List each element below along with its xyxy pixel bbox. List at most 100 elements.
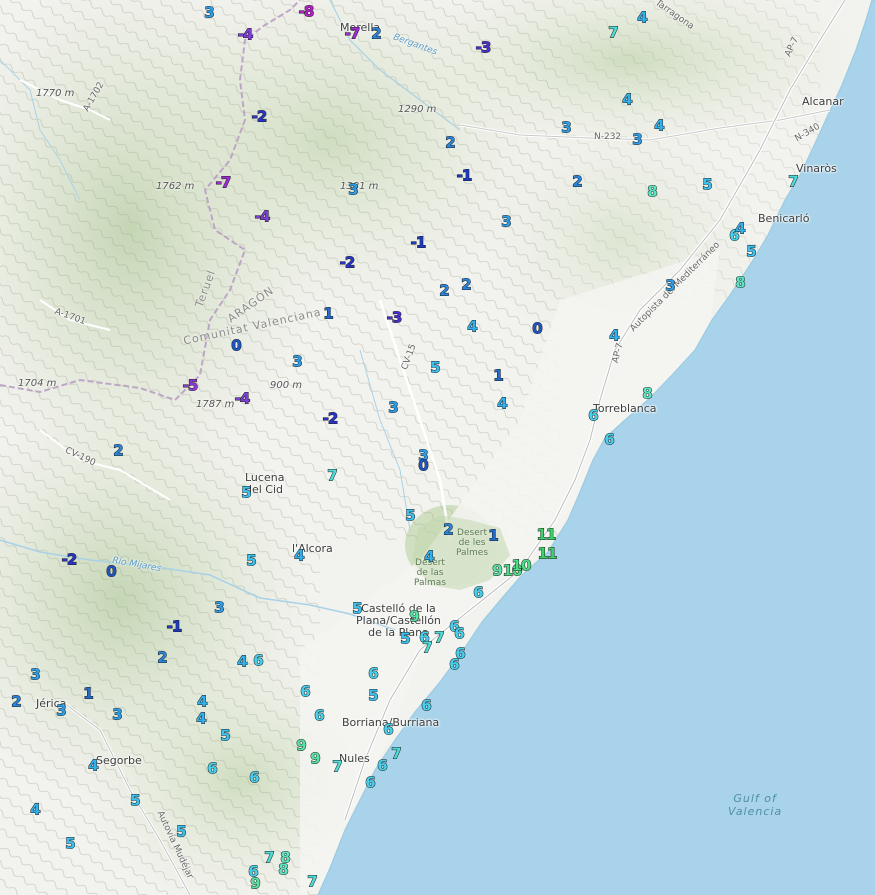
temperature-marker[interactable]: 2 [443, 522, 455, 538]
temperature-marker[interactable]: 7 [788, 174, 800, 190]
temperature-marker[interactable]: 3 [561, 120, 573, 136]
temperature-marker[interactable]: 6 [588, 408, 600, 424]
temperature-marker[interactable]: -1 [456, 168, 473, 184]
temperature-marker[interactable]: 9 [310, 751, 322, 767]
temperature-marker[interactable]: 5 [746, 244, 758, 260]
temperature-marker[interactable]: 6 [421, 698, 433, 714]
temperature-marker[interactable]: 7 [434, 630, 446, 646]
temperature-marker[interactable]: 3 [112, 707, 124, 723]
place-lucena-del-cid[interactable]: Lucena del Cid [245, 472, 284, 496]
temperature-marker[interactable]: 6 [207, 761, 219, 777]
temperature-marker[interactable]: 2 [157, 650, 169, 666]
temperature-marker[interactable]: -2 [322, 411, 339, 427]
temperature-marker[interactable]: 4 [637, 10, 649, 26]
temperature-marker[interactable]: 9 [250, 876, 262, 892]
temperature-marker[interactable]: -4 [234, 391, 251, 407]
temperature-marker[interactable]: 6 [454, 626, 466, 642]
temperature-marker[interactable]: 2 [445, 135, 457, 151]
temperature-marker[interactable]: 11 [537, 546, 558, 562]
temperature-marker[interactable]: -2 [339, 255, 356, 271]
temperature-marker[interactable]: 6 [249, 770, 261, 786]
temperature-marker[interactable]: 9 [409, 609, 421, 625]
temperature-marker[interactable]: 4 [424, 549, 436, 565]
place-torreblanca[interactable]: Torreblanca [593, 403, 657, 415]
temperature-marker[interactable]: 4 [237, 654, 249, 670]
temperature-marker[interactable]: 3 [204, 5, 216, 21]
place-vinaros[interactable]: Vinaròs [796, 163, 837, 175]
temperature-marker[interactable]: 11 [536, 527, 557, 543]
temperature-marker[interactable]: 5 [65, 836, 77, 852]
temperature-marker[interactable]: 4 [497, 396, 509, 412]
temperature-marker[interactable]: 1 [83, 686, 95, 702]
temperature-marker[interactable]: 6 [368, 666, 380, 682]
temperature-marker[interactable]: 2 [11, 694, 23, 710]
temperature-marker[interactable]: 5 [352, 601, 364, 617]
place-benicarlo[interactable]: Benicarló [758, 213, 809, 225]
temperature-marker[interactable]: 4 [735, 221, 747, 237]
temperature-marker[interactable]: 2 [572, 174, 584, 190]
temperature-marker[interactable]: -1 [166, 619, 183, 635]
temperature-marker[interactable]: 4 [609, 328, 621, 344]
temperature-marker[interactable]: 7 [391, 746, 403, 762]
temperature-marker[interactable]: 4 [88, 758, 100, 774]
temperature-marker[interactable]: 8 [647, 184, 659, 200]
temperature-marker[interactable]: 7 [608, 25, 620, 41]
temperature-marker[interactable]: 6 [253, 653, 265, 669]
temperature-marker[interactable]: -2 [61, 552, 78, 568]
temperature-marker[interactable]: 9 [492, 563, 504, 579]
temperature-marker[interactable]: 5 [241, 485, 253, 501]
temperature-marker[interactable]: -5 [182, 378, 199, 394]
temperature-marker[interactable]: 3 [56, 703, 68, 719]
temperature-marker[interactable]: 4 [622, 92, 634, 108]
temperature-marker[interactable]: 4 [196, 711, 208, 727]
temperature-marker[interactable]: 5 [368, 688, 380, 704]
place-alcanar[interactable]: Alcanar [802, 96, 844, 108]
temperature-marker[interactable]: 6 [300, 684, 312, 700]
temperature-marker[interactable]: 7 [327, 468, 339, 484]
temperature-marker[interactable]: -7 [215, 175, 232, 191]
place-nules[interactable]: Nules [339, 753, 370, 765]
temperature-marker[interactable]: 6 [449, 657, 461, 673]
temperature-marker[interactable]: 2 [461, 277, 473, 293]
temperature-marker[interactable]: 2 [113, 443, 125, 459]
temperature-marker[interactable]: 0 [418, 458, 430, 474]
temperature-marker[interactable]: 5 [130, 793, 142, 809]
temperature-marker[interactable]: 8 [278, 862, 290, 878]
temperature-marker[interactable]: -4 [254, 209, 271, 225]
temperature-marker[interactable]: -8 [298, 4, 315, 20]
temperature-marker[interactable]: 8 [642, 386, 654, 402]
temperature-marker[interactable]: 4 [30, 802, 42, 818]
temperature-marker[interactable]: 4 [467, 319, 479, 335]
temperature-marker[interactable]: 5 [430, 360, 442, 376]
temperature-marker[interactable]: 0 [106, 564, 118, 580]
temperature-marker[interactable]: -2 [251, 109, 268, 125]
temperature-marker[interactable]: 3 [501, 214, 513, 230]
temperature-marker[interactable]: 4 [197, 694, 209, 710]
temperature-marker[interactable]: 4 [294, 548, 306, 564]
temperature-marker[interactable]: -1 [410, 235, 427, 251]
temperature-marker[interactable]: 7 [332, 759, 344, 775]
temperature-marker[interactable]: 3 [30, 667, 42, 683]
temperature-marker[interactable]: 8 [735, 275, 747, 291]
temperature-marker[interactable]: 6 [473, 585, 485, 601]
temperature-marker[interactable]: -4 [237, 27, 254, 43]
temperature-marker[interactable]: 7 [264, 850, 276, 866]
temperature-marker[interactable]: 3 [348, 182, 360, 198]
temperature-marker[interactable]: 3 [388, 400, 400, 416]
temperature-marker[interactable]: 1 [488, 528, 500, 544]
temperature-marker[interactable]: 5 [400, 631, 412, 647]
temperature-marker[interactable]: 6 [604, 432, 616, 448]
temperature-marker[interactable]: 9 [296, 738, 308, 754]
temperature-marker[interactable]: 4 [654, 118, 666, 134]
temperature-marker[interactable]: 6 [377, 758, 389, 774]
temperature-marker[interactable]: 6 [314, 708, 326, 724]
temperature-marker[interactable]: 7 [422, 640, 434, 656]
temperature-marker[interactable]: 6 [365, 775, 377, 791]
temperature-marker[interactable]: 6 [383, 722, 395, 738]
temperature-marker[interactable]: 3 [214, 600, 226, 616]
temperature-marker[interactable]: 5 [246, 553, 258, 569]
temperature-marker[interactable]: 5 [176, 824, 188, 840]
temperature-marker[interactable]: 5 [220, 728, 232, 744]
temperature-marker[interactable]: 5 [405, 508, 417, 524]
temperature-marker[interactable]: 0 [532, 321, 544, 337]
